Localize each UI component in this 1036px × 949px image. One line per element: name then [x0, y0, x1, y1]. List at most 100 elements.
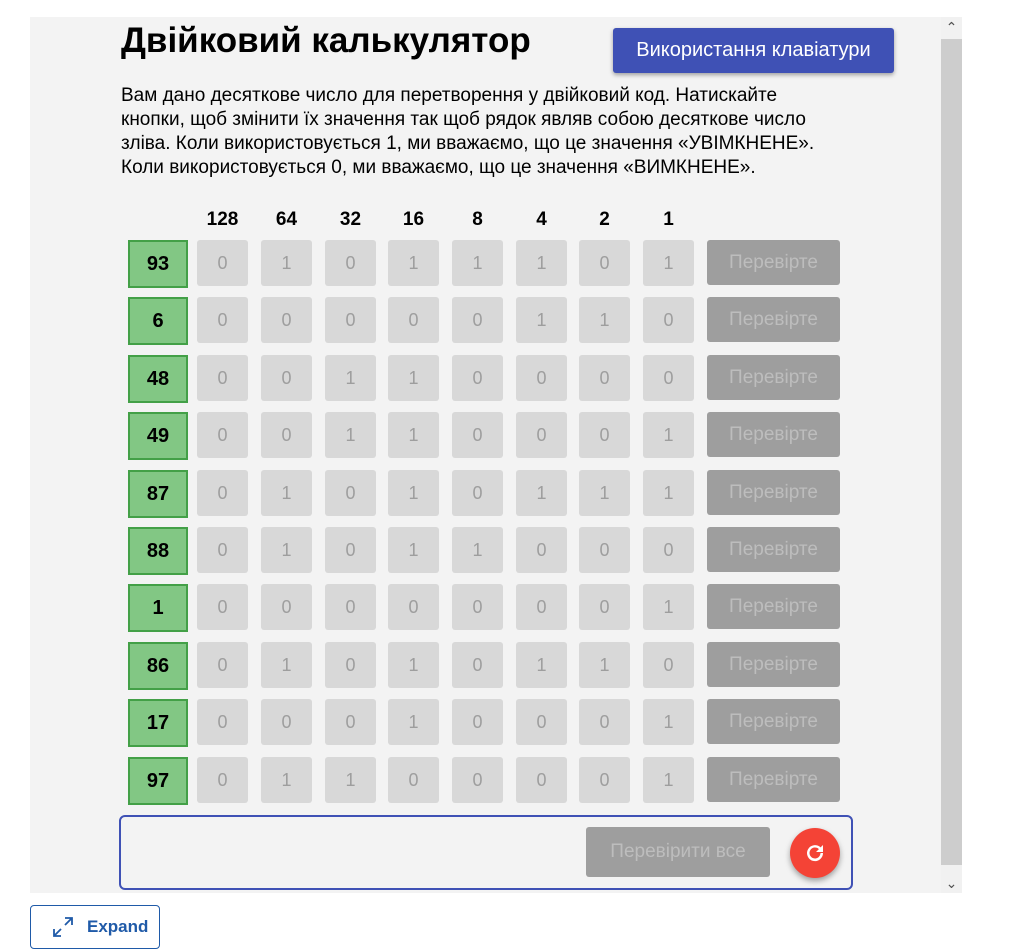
bit-toggle-button[interactable]: 0: [261, 699, 312, 745]
bit-toggle-button[interactable]: 0: [325, 584, 376, 630]
bit-toggle-button[interactable]: 0: [516, 699, 567, 745]
bit-toggle-button[interactable]: 1: [388, 470, 439, 516]
bit-toggle-button[interactable]: 0: [516, 412, 567, 458]
bit-toggle-button[interactable]: 1: [516, 470, 567, 516]
bit-toggle-button[interactable]: 1: [516, 297, 567, 343]
check-row-button[interactable]: Перевірте: [707, 584, 840, 629]
bit-toggle-button[interactable]: 0: [197, 240, 248, 286]
bit-toggle-button[interactable]: 1: [325, 412, 376, 458]
bit-toggle-button[interactable]: 0: [197, 355, 248, 401]
keyboard-usage-button[interactable]: Використання клавіатури: [613, 28, 894, 73]
bit-toggle-button[interactable]: 1: [643, 412, 694, 458]
bit-toggle-button[interactable]: 0: [516, 527, 567, 573]
bit-toggle-button[interactable]: 0: [388, 584, 439, 630]
bit-toggle-button[interactable]: 1: [579, 470, 630, 516]
bit-toggle-button[interactable]: 0: [452, 297, 503, 343]
bit-toggle-button[interactable]: 0: [261, 412, 312, 458]
bit-toggle-button[interactable]: 0: [197, 642, 248, 688]
bit-toggle-button[interactable]: 0: [325, 240, 376, 286]
bit-toggle-button[interactable]: 0: [643, 297, 694, 343]
bit-toggle-button[interactable]: 1: [516, 642, 567, 688]
bit-toggle-button[interactable]: 0: [452, 412, 503, 458]
bit-toggle-button[interactable]: 1: [261, 240, 312, 286]
check-row-button[interactable]: Перевірте: [707, 642, 840, 687]
bit-toggle-button[interactable]: 0: [579, 527, 630, 573]
bit-toggle-button[interactable]: 0: [261, 584, 312, 630]
bit-toggle-button[interactable]: 0: [579, 699, 630, 745]
bit-toggle-button[interactable]: 0: [643, 355, 694, 401]
bit-toggle-button[interactable]: 0: [197, 470, 248, 516]
bit-toggle-button[interactable]: 1: [261, 527, 312, 573]
check-row-button[interactable]: Перевірте: [707, 699, 840, 744]
vertical-scrollbar[interactable]: ⌃ ⌄: [941, 17, 962, 893]
bit-toggle-button[interactable]: 0: [579, 240, 630, 286]
bit-toggle-button[interactable]: 0: [452, 470, 503, 516]
bit-toggle-button[interactable]: 0: [516, 584, 567, 630]
bit-toggle-button[interactable]: 0: [452, 757, 503, 803]
bit-toggle-button[interactable]: 0: [261, 355, 312, 401]
bit-toggle-button[interactable]: 0: [197, 699, 248, 745]
bit-toggle-button[interactable]: 0: [325, 527, 376, 573]
bit-toggle-button[interactable]: 0: [452, 642, 503, 688]
bit-toggle-button[interactable]: 1: [388, 527, 439, 573]
bit-toggle-button[interactable]: 0: [452, 699, 503, 745]
bit-toggle-button[interactable]: 0: [261, 297, 312, 343]
bit-toggle-button[interactable]: 0: [197, 527, 248, 573]
bit-toggle-button[interactable]: 0: [452, 355, 503, 401]
bit-toggle-button[interactable]: 0: [643, 642, 694, 688]
bit-toggle-button[interactable]: 0: [516, 355, 567, 401]
bit-toggle-button[interactable]: 1: [325, 355, 376, 401]
bit-toggle-button[interactable]: 1: [643, 240, 694, 286]
bit-toggle-button[interactable]: 0: [325, 297, 376, 343]
bit-toggle-button[interactable]: 1: [452, 527, 503, 573]
bit-toggle-button[interactable]: 1: [261, 642, 312, 688]
bit-toggle-button[interactable]: 0: [579, 412, 630, 458]
expand-button[interactable]: Expand: [30, 905, 160, 949]
bit-toggle-button[interactable]: 1: [388, 642, 439, 688]
scroll-down-arrow-icon[interactable]: ⌄: [941, 873, 962, 893]
bit-toggle-button[interactable]: 0: [388, 297, 439, 343]
bit-toggle-button[interactable]: 1: [643, 584, 694, 630]
bit-toggle-button[interactable]: 1: [643, 470, 694, 516]
bit-toggle-button[interactable]: 0: [197, 412, 248, 458]
bit-toggle-button[interactable]: 1: [579, 297, 630, 343]
bit-toggle-button[interactable]: 1: [388, 355, 439, 401]
check-row-button[interactable]: Перевірте: [707, 412, 840, 457]
check-row-button[interactable]: Перевірте: [707, 240, 840, 285]
bit-toggle-button[interactable]: 1: [643, 757, 694, 803]
bit-toggle-button[interactable]: 0: [197, 297, 248, 343]
bit-toggle-button[interactable]: 0: [325, 699, 376, 745]
bit-toggle-button[interactable]: 0: [579, 757, 630, 803]
check-row-button[interactable]: Перевірте: [707, 470, 840, 515]
bit-toggle-button[interactable]: 0: [197, 584, 248, 630]
bit-toggle-button[interactable]: 1: [452, 240, 503, 286]
bit-toggle-button[interactable]: 0: [197, 757, 248, 803]
bit-toggle-button[interactable]: 1: [261, 470, 312, 516]
bit-toggle-button[interactable]: 0: [325, 470, 376, 516]
bit-toggle-button[interactable]: 0: [388, 757, 439, 803]
scroll-thumb[interactable]: [941, 39, 962, 865]
bit-toggle-button[interactable]: 0: [579, 355, 630, 401]
check-all-button[interactable]: Перевірити все: [586, 827, 770, 877]
bit-toggle-button[interactable]: 1: [261, 757, 312, 803]
check-row-button[interactable]: Перевірте: [707, 527, 840, 572]
bit-toggle-button[interactable]: 1: [579, 642, 630, 688]
bit-toggle-button[interactable]: 0: [643, 527, 694, 573]
decimal-value: 1: [128, 584, 188, 632]
bit-toggle-button[interactable]: 1: [388, 412, 439, 458]
bit-toggle-button[interactable]: 0: [579, 584, 630, 630]
bit-toggle-button[interactable]: 1: [325, 757, 376, 803]
bit-toggle-button[interactable]: 0: [516, 757, 567, 803]
bit-toggle-button[interactable]: 0: [325, 642, 376, 688]
check-row-button[interactable]: Перевірте: [707, 757, 840, 802]
bit-toggle-button[interactable]: 1: [516, 240, 567, 286]
check-row-button[interactable]: Перевірте: [707, 355, 840, 400]
footer-controls: Перевірити все: [119, 815, 853, 890]
check-row-button[interactable]: Перевірте: [707, 297, 840, 342]
bit-toggle-button[interactable]: 1: [643, 699, 694, 745]
bit-toggle-button[interactable]: 1: [388, 699, 439, 745]
bit-toggle-button[interactable]: 1: [388, 240, 439, 286]
bit-toggle-button[interactable]: 0: [452, 584, 503, 630]
scroll-up-arrow-icon[interactable]: ⌃: [941, 17, 962, 37]
reset-button[interactable]: [790, 828, 840, 878]
